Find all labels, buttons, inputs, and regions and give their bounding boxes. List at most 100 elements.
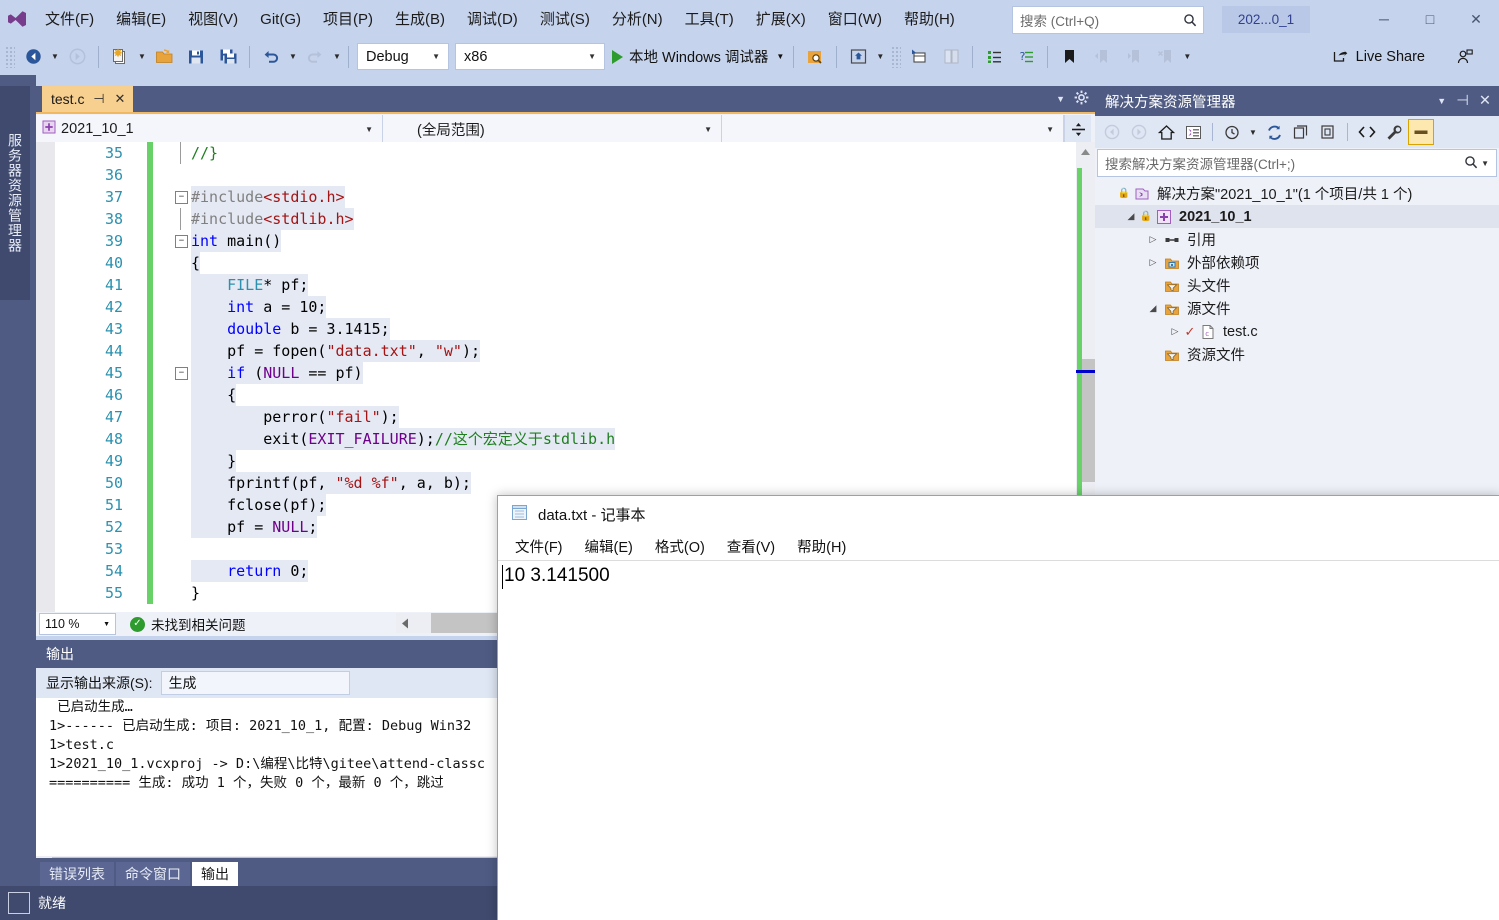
account-icon[interactable]: [1451, 43, 1479, 71]
close-button[interactable]: ✕: [1453, 0, 1499, 38]
solution-platform-combo[interactable]: x86 ▼: [455, 43, 605, 70]
tree-item-1[interactable]: ◢ 🔒 2021_10_1: [1095, 205, 1499, 228]
solution-explorer-search-box[interactable]: 搜索解决方案资源管理器(Ctrl+;) ▼: [1097, 149, 1497, 177]
menu-item-7[interactable]: 测试(S): [529, 6, 601, 33]
back-icon[interactable]: [1100, 120, 1124, 144]
document-tab-test-c[interactable]: test.c ⊣ ✕: [42, 86, 134, 112]
server-explorer-tab[interactable]: 服务器资源管理器: [0, 86, 30, 300]
notepad-menu-item-4[interactable]: 帮助(H): [788, 533, 855, 560]
code-line[interactable]: 36: [36, 164, 1076, 186]
scrollbar-thumb[interactable]: [1082, 359, 1095, 482]
nav-scope-combo[interactable]: (全局范围) ▼: [383, 115, 722, 143]
code-line[interactable]: 49 }: [36, 450, 1076, 472]
code-line[interactable]: 42 int a = 10;: [36, 296, 1076, 318]
forward-icon[interactable]: [1127, 120, 1151, 144]
menu-item-12[interactable]: 帮助(H): [893, 6, 966, 33]
toolbar-grip[interactable]: [5, 45, 15, 68]
session-badge[interactable]: 202...0_1: [1222, 6, 1310, 33]
menu-item-11[interactable]: 窗口(W): [817, 6, 893, 33]
start-debugging-button[interactable]: 本地 Windows 调试器 ▼: [608, 43, 788, 71]
navigate-forward-icon[interactable]: [61, 43, 93, 71]
code-line[interactable]: 41 FILE* pf;: [36, 274, 1076, 296]
solution-explorer-view-icon[interactable]: [1181, 120, 1205, 144]
code-line[interactable]: 44 pf = fopen("data.txt", "w");: [36, 340, 1076, 362]
open-file-icon[interactable]: [148, 43, 180, 71]
pending-changes-icon[interactable]: [1220, 120, 1244, 144]
code-line[interactable]: 35 //}: [36, 142, 1076, 164]
save-all-icon[interactable]: [212, 43, 244, 71]
notepad-menu-item-2[interactable]: 格式(O): [646, 533, 714, 560]
refresh-icon[interactable]: [1262, 120, 1286, 144]
code-line[interactable]: 46 {: [36, 384, 1076, 406]
split-editor-icon[interactable]: [1064, 115, 1091, 143]
bottom-tab-0[interactable]: 错误列表: [40, 862, 114, 886]
toggle-bookmark-icon[interactable]: [1053, 43, 1085, 71]
scroll-up-icon[interactable]: [1076, 142, 1095, 161]
tab-list-dropdown-icon[interactable]: ▼: [1056, 94, 1065, 104]
collapse-all-icon[interactable]: [1289, 120, 1313, 144]
expander-icon[interactable]: ◢: [1123, 211, 1139, 222]
fold-collapse-icon[interactable]: −: [175, 230, 188, 252]
menu-item-1[interactable]: 编辑(E): [105, 6, 177, 33]
expander-icon[interactable]: ▷: [1145, 234, 1161, 245]
gear-icon[interactable]: [1074, 90, 1089, 108]
issues-indicator[interactable]: ✓ 未找到相关问题: [130, 614, 246, 634]
quick-search-box[interactable]: 搜索 (Ctrl+Q): [1012, 6, 1204, 34]
output-source-combo[interactable]: 生成: [160, 671, 350, 695]
code-line[interactable]: 37 − #include<stdio.h>: [36, 186, 1076, 208]
notepad-menu-item-0[interactable]: 文件(F): [506, 533, 572, 560]
notepad-window[interactable]: data.txt - 记事本 文件(F) 编辑(E) 格式(O) 查看(V) 帮助(H)…: [497, 495, 1499, 920]
menu-item-4[interactable]: 项目(P): [312, 6, 384, 33]
undo-icon[interactable]: [255, 43, 287, 71]
menu-item-10[interactable]: 扩展(X): [745, 6, 817, 33]
notepad-menu-item-3[interactable]: 查看(V): [718, 533, 784, 560]
fold-collapse-icon[interactable]: −: [175, 362, 188, 384]
menu-item-6[interactable]: 调试(D): [456, 6, 529, 33]
next-bookmark-icon[interactable]: [1117, 43, 1149, 71]
toolbar-grip[interactable]: [891, 45, 902, 68]
panel-menu-icon[interactable]: ▼: [1437, 96, 1446, 106]
minimize-button[interactable]: ─: [1361, 0, 1407, 38]
nav-project-combo[interactable]: 2021_10_1 ▼: [36, 115, 383, 143]
live-share-button[interactable]: Live Share: [1326, 43, 1431, 71]
notepad-menu-item-1[interactable]: 编辑(E): [576, 533, 642, 560]
previous-bookmark-icon[interactable]: [1085, 43, 1117, 71]
show-all-files-icon[interactable]: [1316, 120, 1340, 144]
code-line[interactable]: 40 {: [36, 252, 1076, 274]
tree-item-5[interactable]: ◢ 源文件: [1095, 297, 1499, 320]
pin-icon[interactable]: ⊣: [92, 91, 105, 107]
menu-item-0[interactable]: 文件(F): [34, 6, 105, 33]
solution-explorer-tree[interactable]: 🔒 解决方案"2021_10_1"(1 个项目/共 1 个) ◢ 🔒 2021_10_1…: [1095, 178, 1499, 500]
code-line[interactable]: 48 exit(EXIT_FAILURE);//这个宏定义于stdlib.h: [36, 428, 1076, 450]
solution-configuration-combo[interactable]: Debug ▼: [357, 43, 449, 70]
save-file-icon[interactable]: [180, 43, 212, 71]
maximize-button[interactable]: □: [1407, 0, 1453, 38]
new-project-dropdown-icon[interactable]: ▼: [136, 43, 148, 71]
close-tab-icon[interactable]: ✕: [113, 91, 126, 107]
zoom-level-combo[interactable]: 110 % ▼: [39, 613, 116, 635]
menu-item-8[interactable]: 分析(N): [601, 6, 674, 33]
redo-dropdown-icon[interactable]: ▼: [331, 43, 343, 71]
code-line[interactable]: 50 fprintf(pf, "%d %f", a, b);: [36, 472, 1076, 494]
menu-item-3[interactable]: Git(G): [249, 6, 312, 33]
pin-icon[interactable]: ⊣: [1456, 93, 1469, 109]
task-list-icon[interactable]: [978, 43, 1010, 71]
scrollbar-track[interactable]: [413, 613, 431, 633]
clear-bookmarks-icon[interactable]: [1149, 43, 1181, 71]
notepad-text-area[interactable]: 10 3.141500: [498, 560, 1499, 920]
fold-collapse-icon[interactable]: −: [175, 186, 188, 208]
code-line[interactable]: 45 − if (NULL == pf): [36, 362, 1076, 384]
code-line[interactable]: 39 − int main(): [36, 230, 1076, 252]
tree-item-0[interactable]: 🔒 解决方案"2021_10_1"(1 个项目/共 1 个): [1095, 182, 1499, 205]
menu-item-5[interactable]: 生成(B): [384, 6, 456, 33]
home-icon[interactable]: [1154, 120, 1178, 144]
quick-search-input[interactable]: 搜索 (Ctrl+Q): [1013, 10, 1177, 30]
scroll-left-icon[interactable]: [396, 613, 413, 633]
menu-item-2[interactable]: 视图(V): [177, 6, 249, 33]
tree-item-6[interactable]: ▷ ✓ c test.c: [1095, 320, 1499, 343]
nav-member-combo[interactable]: ▼: [722, 115, 1064, 143]
bottom-tab-1[interactable]: 命令窗口: [116, 862, 190, 886]
navigate-backward-icon[interactable]: [17, 43, 49, 71]
close-icon[interactable]: ✕: [1479, 93, 1491, 109]
find-in-files-icon[interactable]: [799, 43, 831, 71]
